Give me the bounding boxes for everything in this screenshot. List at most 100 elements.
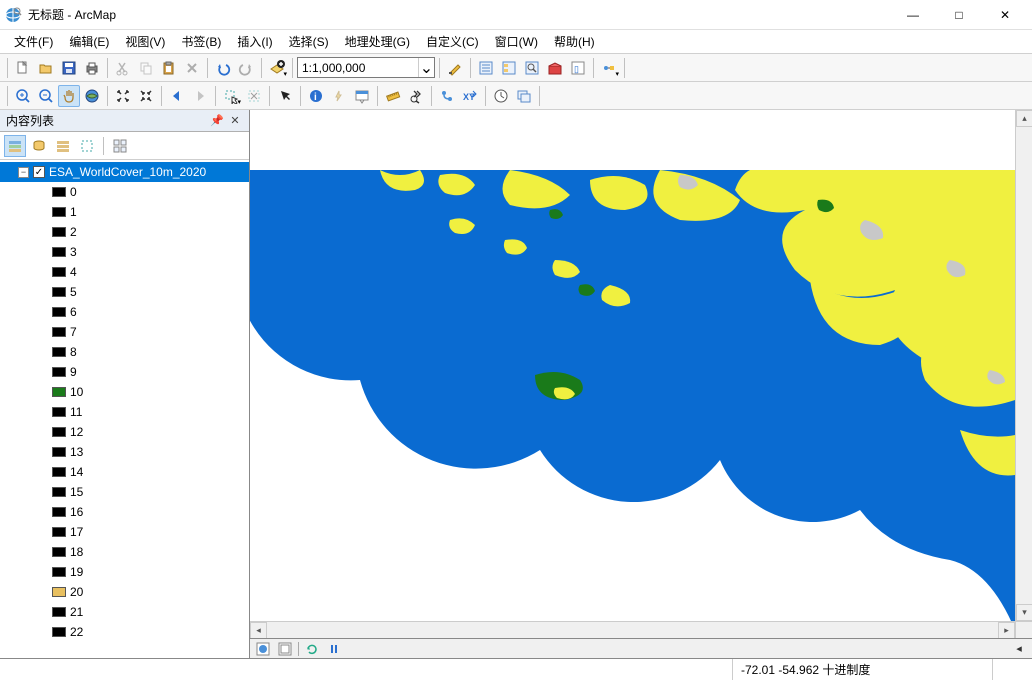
find-button[interactable] bbox=[405, 85, 427, 107]
legend-row[interactable]: 0 bbox=[0, 182, 249, 202]
full-extent-button[interactable] bbox=[81, 85, 103, 107]
delete-button[interactable] bbox=[181, 57, 203, 79]
toc-tree[interactable]: − ✓ ESA_WorldCover_10m_2020 012345678910… bbox=[0, 160, 249, 658]
menu-customize[interactable]: 自定义(C) bbox=[418, 30, 487, 53]
legend-row[interactable]: 9 bbox=[0, 362, 249, 382]
menu-edit[interactable]: 编辑(E) bbox=[61, 30, 117, 53]
open-button[interactable] bbox=[35, 57, 57, 79]
select-features-button[interactable]: ▾ bbox=[220, 85, 242, 107]
create-viewer-button[interactable] bbox=[513, 85, 535, 107]
forward-extent-button[interactable] bbox=[189, 85, 211, 107]
python-window-button[interactable]: ▯ bbox=[567, 57, 589, 79]
legend-row[interactable]: 11 bbox=[0, 402, 249, 422]
arctoolbox-button[interactable] bbox=[544, 57, 566, 79]
maximize-button[interactable]: □ bbox=[936, 0, 982, 30]
legend-row[interactable]: 8 bbox=[0, 342, 249, 362]
scale-dropdown-icon[interactable]: ⌄ bbox=[418, 58, 434, 77]
paste-button[interactable] bbox=[158, 57, 180, 79]
legend-row[interactable]: 15 bbox=[0, 482, 249, 502]
map-horizontal-scrollbar[interactable]: ◂ ▸ bbox=[250, 621, 1015, 638]
scroll-right-icon[interactable]: ▸ bbox=[998, 622, 1015, 638]
map-canvas[interactable]: ▴ ▾ ◂ ▸ bbox=[250, 110, 1032, 638]
catalog-button[interactable] bbox=[498, 57, 520, 79]
select-elements-button[interactable] bbox=[274, 85, 296, 107]
find-route-button[interactable] bbox=[436, 85, 458, 107]
close-button[interactable]: ✕ bbox=[982, 0, 1028, 30]
menu-selection[interactable]: 选择(S) bbox=[281, 30, 337, 53]
collapse-icon[interactable]: − bbox=[18, 167, 29, 178]
menu-insert[interactable]: 插入(I) bbox=[229, 30, 280, 53]
copy-button[interactable] bbox=[135, 57, 157, 79]
fixed-zoom-out-button[interactable] bbox=[135, 85, 157, 107]
toc-button[interactable] bbox=[475, 57, 497, 79]
back-extent-button[interactable] bbox=[166, 85, 188, 107]
menu-file[interactable]: 文件(F) bbox=[6, 30, 61, 53]
print-button[interactable] bbox=[81, 57, 103, 79]
menu-windows[interactable]: 窗口(W) bbox=[487, 30, 546, 53]
toc-close-button[interactable]: ✕ bbox=[227, 113, 243, 129]
layer-row[interactable]: − ✓ ESA_WorldCover_10m_2020 bbox=[0, 162, 249, 182]
layout-view-button[interactable] bbox=[276, 641, 294, 657]
legend-row[interactable]: 13 bbox=[0, 442, 249, 462]
legend-row[interactable]: 2 bbox=[0, 222, 249, 242]
hyperlink-button[interactable] bbox=[328, 85, 350, 107]
minimize-button[interactable]: — bbox=[890, 0, 936, 30]
go-to-xy-button[interactable]: XY bbox=[459, 85, 481, 107]
pause-drawing-button[interactable] bbox=[325, 641, 343, 657]
legend-row[interactable]: 16 bbox=[0, 502, 249, 522]
legend-row[interactable]: 1 bbox=[0, 202, 249, 222]
time-slider-button[interactable] bbox=[490, 85, 512, 107]
tab-scroll-left[interactable]: ◂ bbox=[1010, 641, 1028, 657]
list-by-drawing-order-button[interactable] bbox=[4, 135, 26, 157]
zoom-in-button[interactable] bbox=[12, 85, 34, 107]
legend-row[interactable]: 20 bbox=[0, 582, 249, 602]
layer-checkbox[interactable]: ✓ bbox=[33, 166, 45, 178]
legend-row[interactable]: 6 bbox=[0, 302, 249, 322]
html-popup-button[interactable] bbox=[351, 85, 373, 107]
pan-button[interactable] bbox=[58, 85, 80, 107]
menu-help[interactable]: 帮助(H) bbox=[546, 30, 603, 53]
model-builder-button[interactable]: ▾ bbox=[598, 57, 620, 79]
toc-pin-button[interactable]: 📌 bbox=[209, 113, 225, 129]
legend-row[interactable]: 12 bbox=[0, 422, 249, 442]
legend-row[interactable]: 7 bbox=[0, 322, 249, 342]
zoom-out-button[interactable] bbox=[35, 85, 57, 107]
save-button[interactable] bbox=[58, 57, 80, 79]
toc-options-button[interactable] bbox=[109, 135, 131, 157]
legend-row[interactable]: 3 bbox=[0, 242, 249, 262]
search-window-button[interactable] bbox=[521, 57, 543, 79]
scroll-up-icon[interactable]: ▴ bbox=[1016, 110, 1032, 127]
identify-button[interactable]: i bbox=[305, 85, 327, 107]
legend-row[interactable]: 21 bbox=[0, 602, 249, 622]
undo-button[interactable] bbox=[212, 57, 234, 79]
legend-row[interactable]: 5 bbox=[0, 282, 249, 302]
map-vertical-scrollbar[interactable]: ▴ ▾ bbox=[1015, 110, 1032, 621]
legend-row[interactable]: 10 bbox=[0, 382, 249, 402]
list-by-visibility-button[interactable] bbox=[52, 135, 74, 157]
legend-row[interactable]: 14 bbox=[0, 462, 249, 482]
menu-view[interactable]: 视图(V) bbox=[117, 30, 173, 53]
clear-selection-button[interactable] bbox=[243, 85, 265, 107]
list-by-source-button[interactable] bbox=[28, 135, 50, 157]
menu-geoprocessing[interactable]: 地理处理(G) bbox=[337, 30, 418, 53]
legend-row[interactable]: 22 bbox=[0, 622, 249, 642]
fixed-zoom-in-button[interactable] bbox=[112, 85, 134, 107]
legend-row[interactable]: 18 bbox=[0, 542, 249, 562]
data-view-button[interactable] bbox=[254, 641, 272, 657]
menu-bookmarks[interactable]: 书签(B) bbox=[173, 30, 229, 53]
legend-row[interactable]: 17 bbox=[0, 522, 249, 542]
new-doc-button[interactable] bbox=[12, 57, 34, 79]
legend-row[interactable]: 4 bbox=[0, 262, 249, 282]
scroll-down-icon[interactable]: ▾ bbox=[1016, 604, 1032, 621]
measure-button[interactable] bbox=[382, 85, 404, 107]
refresh-button[interactable] bbox=[303, 641, 321, 657]
legend-row[interactable]: 19 bbox=[0, 562, 249, 582]
add-data-button[interactable]: ▾ bbox=[266, 57, 288, 79]
cut-button[interactable] bbox=[112, 57, 134, 79]
editor-toolbar-button[interactable] bbox=[444, 57, 466, 79]
redo-button[interactable] bbox=[235, 57, 257, 79]
scroll-left-icon[interactable]: ◂ bbox=[250, 622, 267, 638]
list-by-selection-button[interactable] bbox=[76, 135, 98, 157]
scale-input[interactable] bbox=[298, 61, 418, 75]
scale-selector[interactable]: ⌄ bbox=[297, 57, 435, 78]
